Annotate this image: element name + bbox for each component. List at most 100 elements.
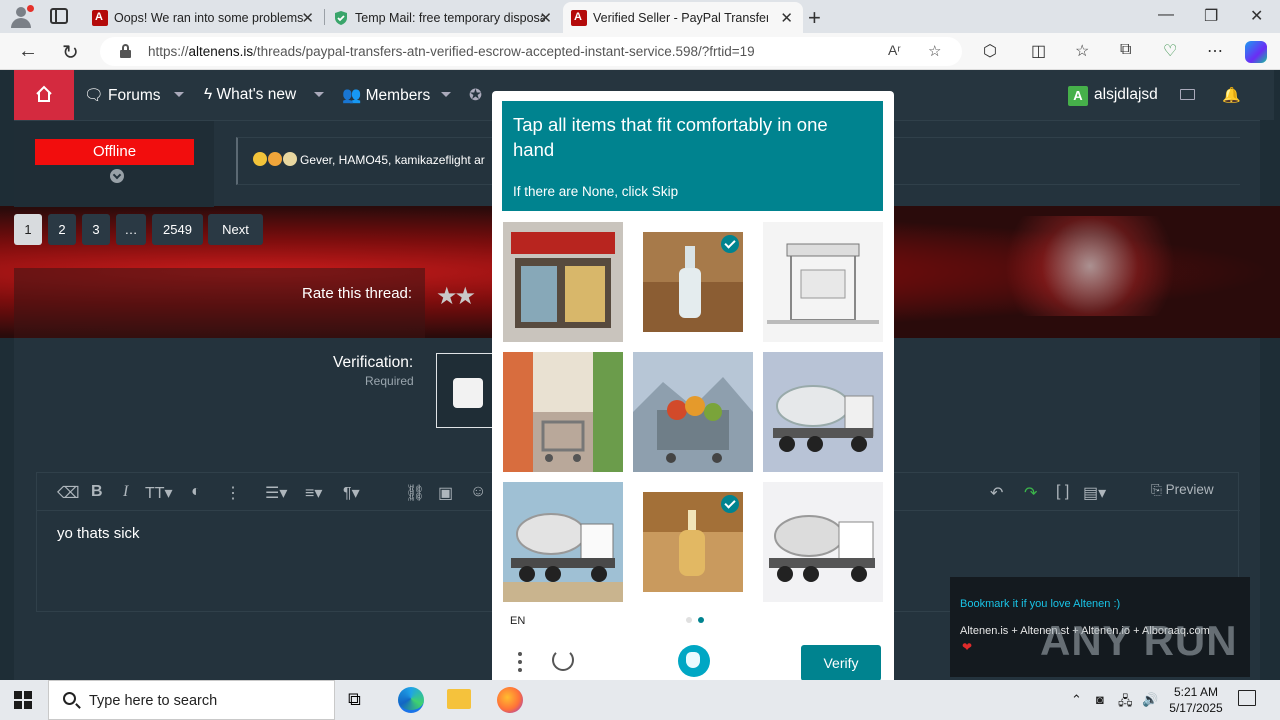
windows-start-icon[interactable] <box>14 691 32 709</box>
minimize-icon[interactable]: — <box>1158 6 1174 24</box>
page-2[interactable]: 2 <box>48 214 76 245</box>
task-view-icon[interactable]: ⧉ <box>348 689 374 715</box>
volume-icon[interactable]: 🔊 <box>1142 692 1158 708</box>
page-ellipsis[interactable]: … <box>116 214 146 245</box>
captcha-image-glass-bottle[interactable] <box>633 222 753 342</box>
align-icon[interactable]: ≡▾ <box>305 483 322 503</box>
expand-chevron-icon[interactable] <box>110 169 124 183</box>
text-size-icon[interactable]: TT▾ <box>145 483 173 503</box>
verification-label: Verification: <box>333 354 414 371</box>
read-aloud-icon[interactable]: Aʳ <box>888 42 901 58</box>
clock[interactable]: 5:21 AM 5/17/2025 <box>1166 684 1226 716</box>
heart-icon: ❤ <box>962 640 973 654</box>
nav-forums[interactable]: 🗨 Forums <box>84 70 161 120</box>
captcha-image-cement-truck[interactable] <box>763 352 883 472</box>
split-screen-icon[interactable]: ◫ <box>1031 41 1046 61</box>
browser-tab-2[interactable]: Temp Mail: free temporary disposable ✕ <box>325 2 562 33</box>
collections-icon[interactable]: ⧉ <box>1120 41 1131 59</box>
tab-actions-icon[interactable] <box>50 8 68 24</box>
captcha-image-cement-truck[interactable] <box>503 482 623 602</box>
chevron-down-icon[interactable] <box>174 92 184 97</box>
chevron-down-icon[interactable] <box>441 92 451 97</box>
extensions-icon[interactable]: ⬡ <box>983 41 997 61</box>
captcha-image-oil-bottle[interactable] <box>633 482 753 602</box>
refresh-challenge-icon[interactable] <box>552 649 574 671</box>
more-vertical-icon[interactable]: ⋮ <box>225 483 241 503</box>
rating-stars[interactable]: ★★ <box>436 282 476 311</box>
close-tab-icon[interactable]: ✕ <box>301 9 314 27</box>
browser-tab-3[interactable]: Verified Seller - PayPal Transfers - ✕ <box>563 2 803 33</box>
favorites-icon[interactable]: ☆ <box>1075 41 1089 61</box>
toggle-bbcode-icon[interactable]: [ ] <box>1056 483 1069 501</box>
captcha-image-cement-truck[interactable] <box>763 482 883 602</box>
url-field[interactable]: https://altenens.is/threads/paypal-trans… <box>100 37 962 66</box>
browser-tab-1[interactable]: Oops! We ran into some problems ✕ <box>84 2 324 33</box>
more-options-icon[interactable]: ⋯ <box>1207 41 1223 61</box>
chevron-down-icon[interactable] <box>314 92 324 97</box>
language-selector[interactable]: EN <box>510 615 525 627</box>
page-last[interactable]: 2549 <box>152 214 203 245</box>
required-hint: Required <box>365 374 414 388</box>
notification-icon[interactable] <box>1238 690 1256 706</box>
next-page-button[interactable]: Next <box>208 214 263 245</box>
username-link[interactable]: alsjdlajsd <box>1094 86 1158 104</box>
reactors-list[interactable]: Gever, HAMO45, kamikazeflight ar <box>300 153 485 167</box>
edge-icon[interactable] <box>398 687 424 713</box>
search-placeholder: Type here to search <box>89 693 218 709</box>
new-tab-icon[interactable]: + <box>808 5 821 31</box>
captcha-image-kiosk-sketch[interactable] <box>763 222 883 342</box>
page-3[interactable]: 3 <box>82 214 110 245</box>
verify-button[interactable]: Verify <box>801 645 881 680</box>
bold-icon[interactable]: B <box>91 483 103 501</box>
message-body[interactable]: yo thats sick <box>57 525 140 542</box>
captcha-image-store-front[interactable] <box>503 222 623 342</box>
close-tab-icon[interactable]: ✕ <box>780 9 793 27</box>
copilot-icon[interactable] <box>1245 41 1267 63</box>
network-icon[interactable]: 🖧 <box>1118 692 1133 714</box>
nav-whats-new[interactable]: ϟ What's new <box>204 86 296 104</box>
browser-essentials-icon[interactable]: ♡ <box>1163 41 1177 61</box>
tab-title: Oops! We ran into some problems <box>114 10 304 25</box>
menu-icon[interactable] <box>518 652 522 676</box>
emoji-icon[interactable]: ☺ <box>470 483 486 501</box>
chat-icon: 🗨 <box>84 87 104 104</box>
address-bar-row: ← ↻ https://altenens.is/threads/paypal-t… <box>0 33 1280 70</box>
taskbar-search[interactable]: Type here to search <box>48 680 335 720</box>
home-button[interactable] <box>14 70 74 120</box>
undo-icon[interactable]: ↶ <box>990 483 1003 503</box>
profile-icon[interactable] <box>8 4 34 30</box>
redo-icon[interactable]: ↷ <box>1024 483 1037 503</box>
firefox-icon[interactable] <box>497 687 523 713</box>
close-tab-icon[interactable]: ✕ <box>539 9 552 27</box>
page-1[interactable]: 1 <box>14 214 42 245</box>
list-icon[interactable]: ☰▾ <box>265 483 287 503</box>
link-icon[interactable]: ⛓ <box>405 483 425 503</box>
bell-icon[interactable]: 🔔 <box>1222 86 1241 104</box>
close-window-icon[interactable]: ✕ <box>1250 6 1263 26</box>
drafts-icon[interactable]: ▤▾ <box>1083 483 1106 503</box>
hcaptcha-logo-icon[interactable] <box>678 645 710 677</box>
restore-icon[interactable]: ❐ <box>1204 6 1218 26</box>
captcha-image-shopping-cart-fruit[interactable] <box>633 352 753 472</box>
chevron-up-icon[interactable]: ⌃ <box>1071 692 1082 708</box>
nav-members[interactable]: 👥 Members <box>342 86 430 105</box>
eraser-icon[interactable]: ⌫ <box>57 483 80 503</box>
preview-button[interactable]: ⎘ Preview <box>1151 482 1214 498</box>
italic-icon[interactable]: I <box>123 483 128 501</box>
award-icon[interactable]: ✪ <box>469 86 482 105</box>
meet-now-icon[interactable]: ◙ <box>1096 692 1104 707</box>
captcha-image-shopping-cart-aisle[interactable] <box>503 352 623 472</box>
mail-icon[interactable] <box>1180 89 1195 100</box>
file-explorer-icon[interactable] <box>447 689 471 709</box>
captcha-subtext: If there are None, click Skip <box>513 184 679 199</box>
captcha-checkbox[interactable] <box>453 378 483 408</box>
image-icon[interactable]: ▣ <box>438 483 453 503</box>
back-icon[interactable]: ← <box>18 40 38 63</box>
search-icon <box>63 692 76 705</box>
lock-icon <box>120 44 131 58</box>
palette-icon[interactable]: ◐ <box>191 483 201 501</box>
avatar[interactable]: A <box>1068 86 1088 106</box>
favorite-star-icon[interactable]: ☆ <box>928 42 941 60</box>
refresh-icon[interactable]: ↻ <box>62 40 79 65</box>
paragraph-icon[interactable]: ¶▾ <box>343 483 360 503</box>
